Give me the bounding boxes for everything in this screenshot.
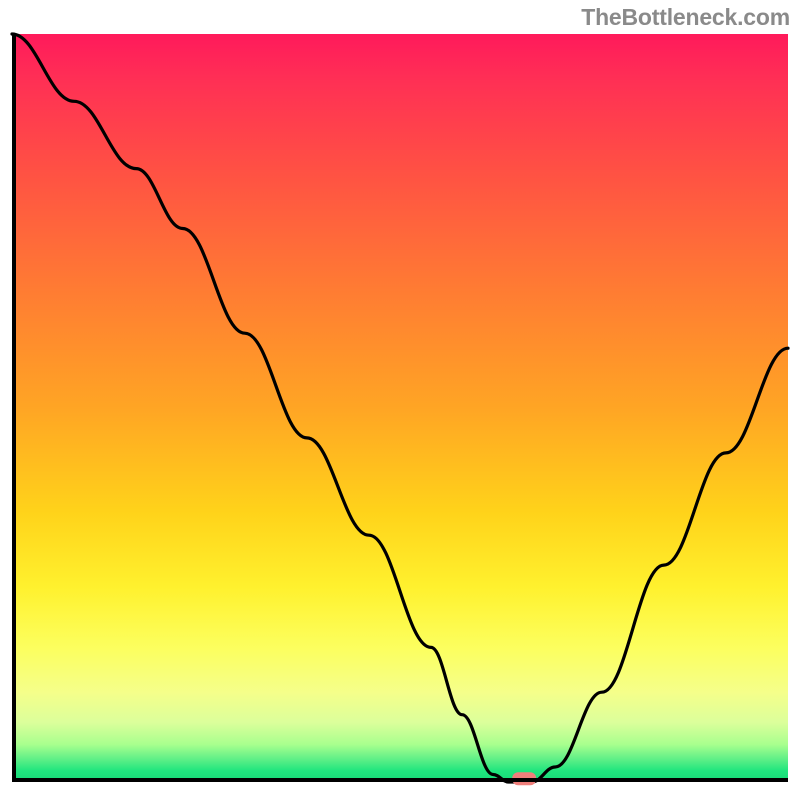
plot-area [12,34,788,782]
optimal-point-marker [512,772,536,785]
bottleneck-curve [12,34,788,782]
bottleneck-chart: TheBottleneck.com [0,0,800,800]
watermark-text: TheBottleneck.com [581,4,790,31]
curve-layer [12,34,788,782]
